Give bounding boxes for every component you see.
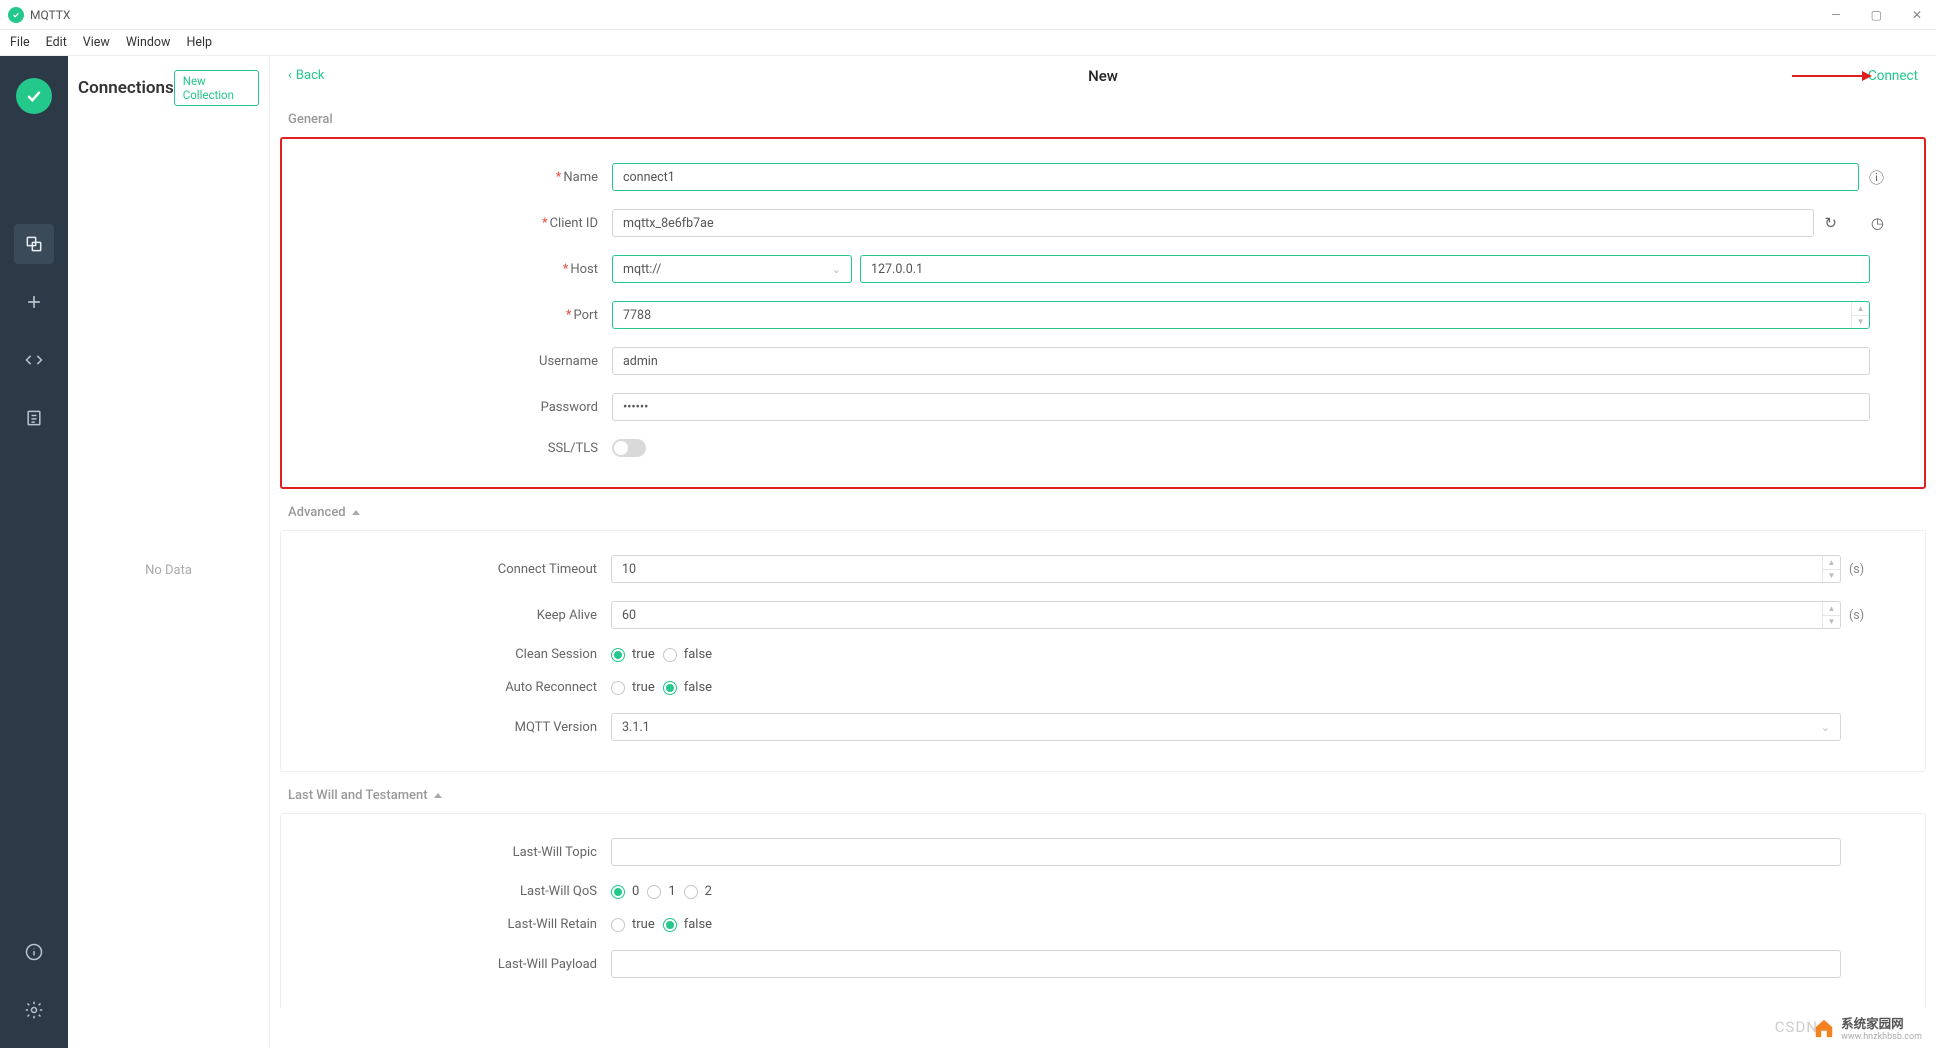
menu-window[interactable]: Window [126, 35, 171, 50]
auto-reconnect-false-radio[interactable]: false [663, 680, 712, 695]
connect-timeout-input[interactable] [611, 555, 1841, 583]
brand-icon [16, 78, 52, 114]
nav-about-icon[interactable] [14, 932, 54, 972]
app-logo-icon [8, 7, 24, 23]
host-scheme-value: mqtt:// [623, 262, 661, 277]
port-input[interactable] [612, 301, 1870, 329]
keepalive-step-down[interactable]: ▼ [1823, 616, 1840, 629]
auto-reconnect-true-radio[interactable]: true [611, 680, 655, 695]
mqtt-version-select[interactable]: 3.1.1 ⌄ [611, 713, 1841, 741]
menu-file[interactable]: File [10, 35, 30, 50]
section-general-label: General [270, 96, 1936, 137]
keep-alive-input[interactable] [611, 601, 1841, 629]
back-button[interactable]: ‹ Back [288, 68, 324, 83]
lastwill-retain-true-radio[interactable]: true [611, 917, 655, 932]
lastwill-retain-false-radio[interactable]: false [663, 917, 712, 932]
chevron-left-icon: ‹ [288, 68, 292, 83]
window-title: MQTTX [30, 8, 70, 22]
caret-up-icon [352, 510, 360, 515]
caret-up-icon [434, 793, 442, 798]
chevron-down-icon: ⌄ [832, 263, 841, 276]
host-input[interactable] [860, 255, 1870, 283]
nav-connections-icon[interactable] [14, 224, 54, 264]
chevron-down-icon: ⌄ [1821, 721, 1830, 734]
nav-rail [0, 56, 68, 1048]
keep-alive-label: Keep Alive [537, 608, 597, 623]
back-label: Back [296, 68, 325, 83]
general-card: *Name ⓘ *Client ID ↻ ◷ *Host [280, 137, 1926, 489]
page-header: ‹ Back New Connect [270, 56, 1936, 96]
port-label: Port [573, 308, 598, 323]
sidebar-title: Connections [78, 78, 174, 98]
password-label: Password [541, 400, 598, 415]
menu-view[interactable]: View [83, 35, 110, 50]
refresh-icon[interactable]: ↻ [1824, 214, 1837, 232]
nav-scripts-icon[interactable] [14, 340, 54, 380]
annotation-arrow-icon [1792, 69, 1872, 87]
nav-add-icon[interactable] [14, 282, 54, 322]
new-collection-button[interactable]: New Collection [174, 70, 259, 106]
section-lastwill-label[interactable]: Last Will and Testament [270, 772, 1936, 813]
client-id-input[interactable] [612, 209, 1814, 237]
keepalive-unit: (s) [1841, 608, 1885, 623]
clean-session-false-radio[interactable]: false [663, 647, 712, 662]
lastwill-payload-label: Last-Will Payload [498, 957, 597, 972]
sidebar-empty-state: No Data [78, 106, 259, 1034]
mqtt-version-value: 3.1.1 [622, 720, 650, 735]
port-step-down[interactable]: ▼ [1852, 316, 1869, 329]
ssl-label: SSL/TLS [548, 441, 598, 456]
mqtt-version-label: MQTT Version [515, 720, 597, 735]
lastwill-retain-label: Last-Will Retain [508, 917, 597, 932]
clean-session-true-radio[interactable]: true [611, 647, 655, 662]
lastwill-qos-2-radio[interactable]: 2 [684, 884, 712, 899]
clean-session-label: Clean Session [515, 647, 597, 662]
advanced-card: Connect Timeout ▲▼ (s) Keep Alive [280, 530, 1926, 772]
nav-log-icon[interactable] [14, 398, 54, 438]
username-label: Username [539, 354, 598, 369]
connections-sidebar: Connections New Collection No Data [68, 56, 270, 1048]
menu-bar: File Edit View Window Help [0, 30, 1936, 56]
history-icon[interactable]: ◷ [1871, 214, 1884, 232]
menu-edit[interactable]: Edit [46, 35, 67, 50]
connect-timeout-label: Connect Timeout [498, 562, 597, 577]
window-minimize-button[interactable]: — [1825, 6, 1846, 24]
timeout-step-up[interactable]: ▲ [1823, 556, 1840, 570]
section-advanced-label[interactable]: Advanced [270, 489, 1936, 530]
window-close-button[interactable]: ✕ [1906, 6, 1928, 24]
lastwill-card: Last-Will Topic Last-Will QoS 0 1 2 Last… [280, 813, 1926, 1008]
lastwill-qos-0-radio[interactable]: 0 [611, 884, 639, 899]
timeout-step-down[interactable]: ▼ [1823, 570, 1840, 583]
window-titlebar: MQTTX — ▢ ✕ [0, 0, 1936, 30]
lastwill-topic-input[interactable] [611, 838, 1841, 866]
password-input[interactable] [612, 393, 1870, 421]
menu-help[interactable]: Help [186, 35, 212, 50]
port-step-up[interactable]: ▲ [1852, 302, 1869, 316]
name-label: Name [563, 170, 598, 185]
window-maximize-button[interactable]: ▢ [1865, 6, 1888, 24]
page-title: New [1088, 67, 1118, 85]
keepalive-step-up[interactable]: ▲ [1823, 602, 1840, 616]
auto-reconnect-label: Auto Reconnect [505, 680, 597, 695]
host-label: Host [570, 262, 598, 277]
info-icon[interactable]: ⓘ [1869, 167, 1884, 188]
lastwill-qos-1-radio[interactable]: 1 [647, 884, 675, 899]
connect-button[interactable]: Connect [1868, 68, 1918, 84]
ssl-toggle[interactable] [612, 439, 646, 457]
lastwill-qos-label: Last-Will QoS [520, 884, 597, 899]
name-input[interactable] [612, 163, 1859, 191]
nav-settings-icon[interactable] [14, 990, 54, 1030]
client-id-label: Client ID [550, 216, 598, 231]
host-scheme-select[interactable]: mqtt:// ⌄ [612, 255, 852, 283]
username-input[interactable] [612, 347, 1870, 375]
lastwill-payload-input[interactable] [611, 950, 1841, 978]
lastwill-topic-label: Last-Will Topic [513, 845, 597, 860]
timeout-unit: (s) [1841, 562, 1885, 577]
